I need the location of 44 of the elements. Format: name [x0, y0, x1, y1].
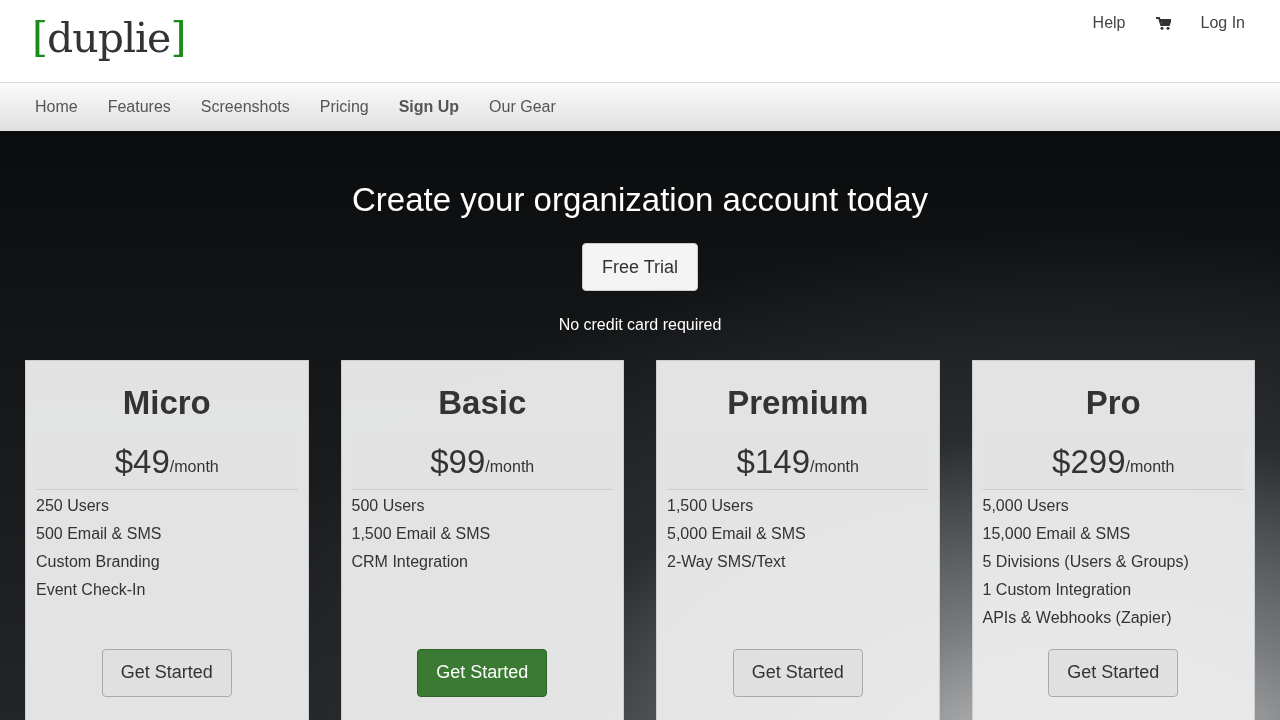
price-period: /month	[485, 457, 535, 475]
plan-feature: 5,000 Users	[982, 495, 1070, 516]
duplie-logo[interactable]: [duplie]	[32, 16, 186, 62]
plan-feature: 5 Divisions (Users & Groups)	[982, 551, 1190, 572]
header-link[interactable]: Help	[1092, 14, 1126, 32]
plan-feature: APIs & Webhooks (Zapier)	[982, 607, 1173, 628]
free-trial-button[interactable]: Free Trial	[582, 243, 698, 291]
nav-link[interactable]: Features	[92, 98, 186, 116]
get-started-button[interactable]: Get Started	[732, 648, 863, 697]
plan-price: $299	[1052, 442, 1126, 481]
plan-price: $99	[430, 442, 486, 481]
price-period: /month	[1125, 457, 1175, 475]
plan-price: $149	[736, 442, 810, 481]
get-started-button[interactable]: Get Started	[101, 648, 232, 697]
get-started-button[interactable]: Get Started	[417, 648, 548, 697]
get-started-button[interactable]: Get Started	[1048, 648, 1179, 697]
plan-feature: 2-Way SMS/Text	[667, 551, 787, 572]
header-link[interactable]: Log In	[1200, 14, 1245, 32]
price-period: /month	[810, 457, 859, 475]
plan-feature: 500 Users	[351, 495, 426, 516]
nav-link[interactable]: Screenshots	[185, 98, 305, 116]
plan-feature: Event Check-In	[36, 579, 147, 600]
hero-title: Create your organization account today	[352, 181, 928, 219]
plan-price: $49	[114, 442, 170, 481]
nav-link[interactable]: Sign Up	[383, 98, 475, 116]
plan-name: Pro	[1084, 383, 1142, 423]
nav-link[interactable]: Home	[20, 98, 93, 116]
plan-feature: 250 Users	[36, 495, 110, 516]
plan-feature: 1,500 Users	[667, 495, 755, 516]
cart-icon[interactable]	[1155, 16, 1171, 30]
plan-feature: 5,000 Email & SMS	[667, 523, 807, 544]
plan-feature: 1,500 Email & SMS	[351, 523, 492, 544]
plan-name: Premium	[726, 383, 870, 423]
plan-name: Basic	[437, 383, 528, 423]
price-period: /month	[169, 457, 219, 475]
plan-feature: 500 Email & SMS	[36, 523, 163, 544]
plan-name: Micro	[121, 383, 212, 423]
nav-link[interactable]: Pricing	[304, 98, 384, 116]
plan-feature: 1 Custom Integration	[982, 579, 1133, 600]
plan-feature: Custom Branding	[36, 551, 161, 572]
nav-link[interactable]: Our Gear	[474, 98, 571, 116]
hero-note: No credit card required	[558, 316, 722, 334]
plan-feature: CRM Integration	[351, 551, 469, 572]
plan-feature: 15,000 Email & SMS	[982, 523, 1132, 544]
